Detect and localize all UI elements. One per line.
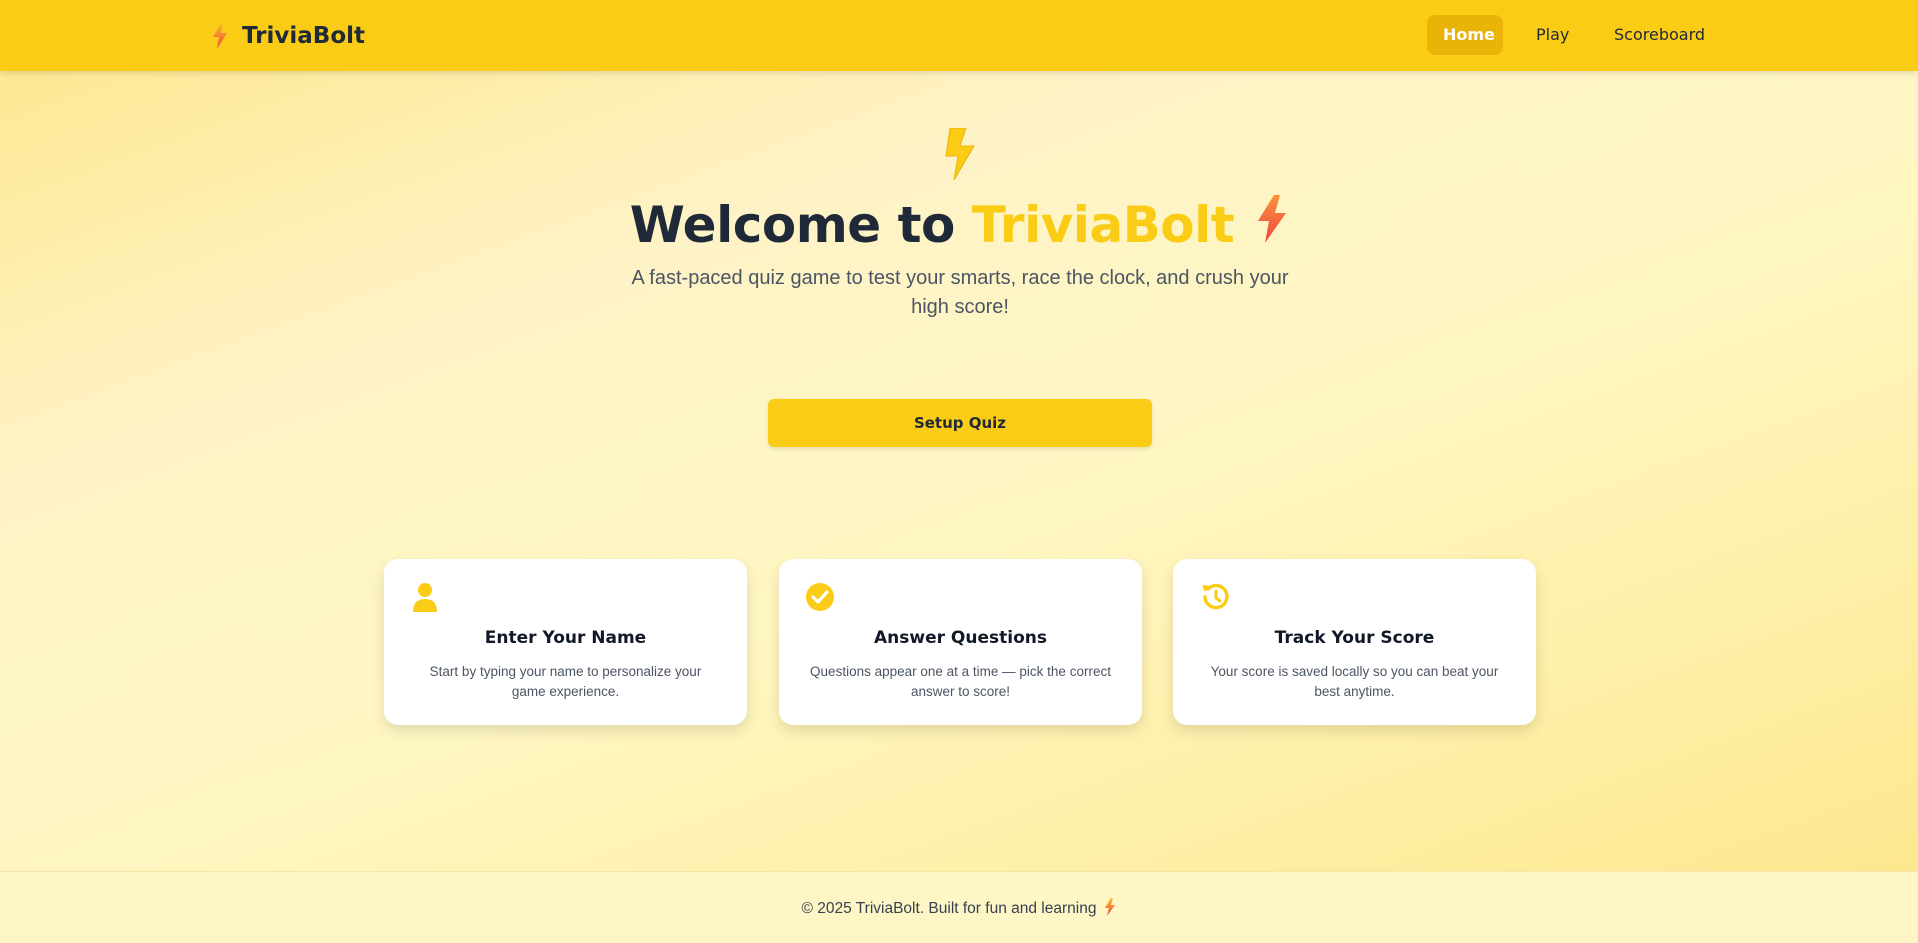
feature-card: Track Your Score Your score is saved loc… (1173, 559, 1536, 725)
nav-home[interactable]: Home (1427, 15, 1503, 55)
card-description: Start by typing your name to personalize… (429, 664, 702, 699)
feature-card: Answer Questions Questions appear one at… (779, 559, 1142, 725)
hero-subtitle: A fast-paced quiz game to test your smar… (631, 267, 1289, 318)
card-title: Answer Questions (874, 628, 1047, 648)
footer-bolt-icon (1105, 898, 1116, 916)
footer-text-row: © 2025 TriviaBolt. Built for fun and lea… (0, 898, 1918, 918)
hero-title: Welcome to TriviaBolt (0, 194, 1918, 259)
card-title: Enter Your Name (484, 628, 647, 648)
title-bolt-icon (1256, 194, 1288, 255)
hero-title-accent: TriviaBolt (971, 196, 1235, 254)
main-nav: Home Play Scoreboard (0, 15, 1918, 55)
hero-bolt-icon (940, 127, 980, 185)
card-description: Questions appear one at a time — pick th… (810, 664, 1111, 699)
footer-copyright: © 2025 TriviaBolt. Built for fun and lea… (801, 900, 1097, 918)
top-navbar: TriviaBolt Home Play Scoreboard (0, 0, 1918, 71)
card-description: Your score is saved locally so you can b… (1210, 664, 1499, 699)
feature-card: Enter Your Name Start by typing your nam… (384, 559, 747, 725)
history-icon (1199, 581, 1229, 613)
nav-scoreboard[interactable]: Scoreboard (1598, 15, 1721, 55)
setup-quiz-button[interactable]: Setup Quiz (768, 399, 1152, 447)
footer: © 2025 TriviaBolt. Built for fun and lea… (0, 871, 1918, 943)
card-title: Track Your Score (1274, 628, 1435, 648)
hero-title-prefix: Welcome to (629, 196, 956, 254)
check-circle-icon (805, 581, 835, 613)
nav-play[interactable]: Play (1520, 15, 1585, 55)
user-icon (410, 581, 440, 613)
